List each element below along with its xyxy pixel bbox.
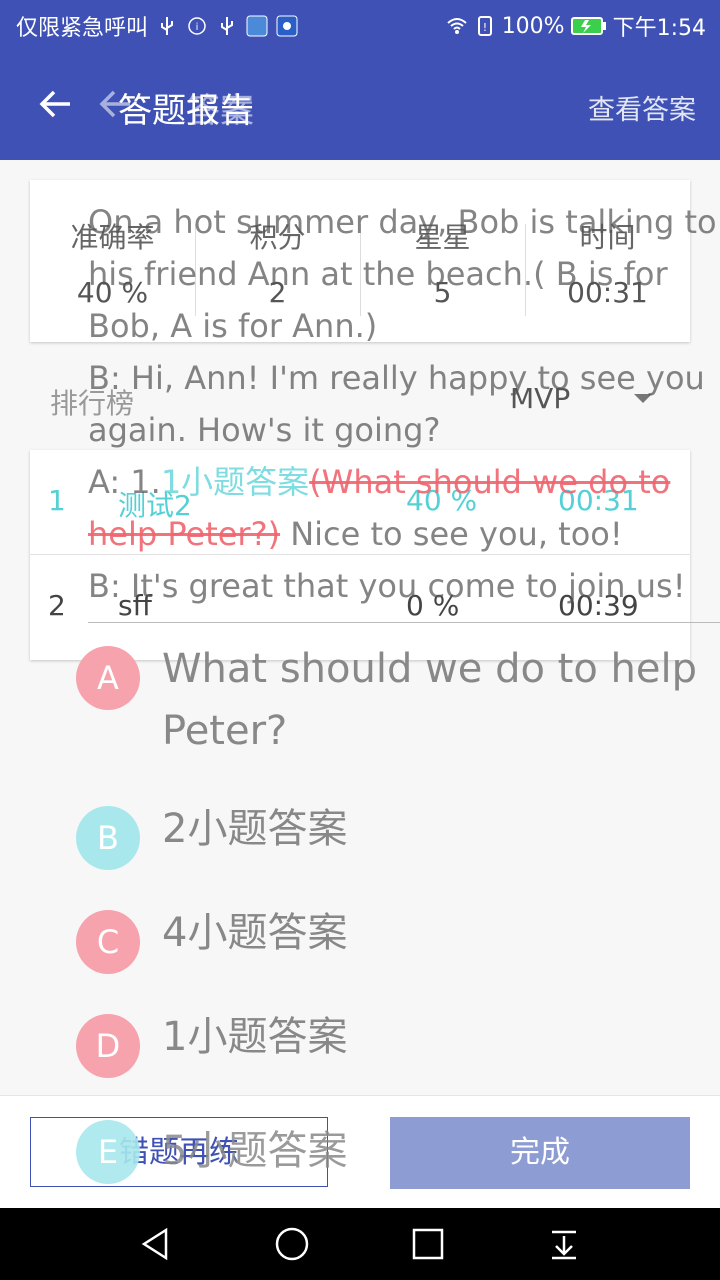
status-bar: 仅限紧急呼叫 i ! 100% 下午1:54	[0, 0, 720, 50]
passage-overlay: On a hot summer day, Bob is talking to h…	[0, 160, 720, 622]
view-answer-button[interactable]: 查看答案	[588, 88, 696, 127]
report-content[interactable]: 准确率 40 % 积分 2 星星 5 时间 00:31 排行榜 MVP 1 测试…	[0, 160, 720, 1095]
option-letter: A	[76, 646, 140, 710]
usb-icon	[161, 17, 174, 35]
passage-paragraph: A: 1.1小题答案(What should we do to help Pet…	[88, 456, 720, 560]
option-e-text: 5小题答案	[162, 1128, 348, 1174]
nav-notification-pulldown-icon[interactable]	[546, 1226, 582, 1262]
back-arrow-icon[interactable]	[36, 84, 76, 124]
app-bar: 答题答案 答题报告 查看答案	[0, 50, 720, 160]
option-letter: B	[76, 806, 140, 870]
correct-answer: 1小题答案	[160, 463, 310, 501]
status-bar-left: 仅限紧急呼叫 i	[16, 10, 298, 42]
passage-paragraph: B: Hi, Ann! I'm really happy to see you …	[88, 359, 705, 449]
page-title: 答题报告	[118, 91, 254, 131]
app-notification-icon	[246, 15, 268, 37]
carrier-text: 仅限紧急呼叫	[16, 16, 149, 41]
sim-icon: !	[477, 16, 492, 36]
nav-back-icon[interactable]	[138, 1226, 174, 1262]
option-text: 1小题答案	[162, 1014, 348, 1060]
nav-recents-icon[interactable]	[410, 1226, 446, 1262]
option-text: What should we do to help Peter?	[162, 646, 697, 754]
option-e-letter[interactable]: E	[76, 1120, 140, 1184]
wifi-icon	[447, 18, 467, 34]
svg-text:i: i	[196, 22, 199, 33]
passage-paragraph: On a hot summer day, Bob is talking to h…	[88, 203, 717, 345]
usb-debug-icon	[221, 17, 234, 35]
info-icon: i	[188, 17, 206, 35]
baidu-notification-icon	[276, 15, 298, 37]
passage-suffix: Nice to see you, too!	[280, 515, 623, 553]
nav-home-icon[interactable]	[274, 1226, 310, 1262]
option-text: 2小题答案	[162, 806, 348, 852]
passage-paragraph: B: It's great that you come to join us!	[88, 567, 686, 605]
passage-text: On a hot summer day, Bob is talking to h…	[88, 196, 720, 612]
passage-divider	[88, 622, 720, 623]
option-letter: C	[76, 910, 140, 974]
system-nav-bar	[0, 1208, 720, 1280]
status-bar-right: ! 100% 下午1:54	[446, 10, 706, 42]
status-time: 下午1:54	[612, 16, 706, 41]
done-button[interactable]: 完成	[390, 1117, 690, 1189]
option-text: 4小题答案	[162, 910, 348, 956]
battery-icon	[570, 17, 606, 35]
svg-text:!: !	[482, 21, 486, 34]
option-letter: D	[76, 1014, 140, 1078]
battery-percent: 100%	[501, 13, 565, 39]
question-number: A: 1.	[88, 463, 161, 501]
